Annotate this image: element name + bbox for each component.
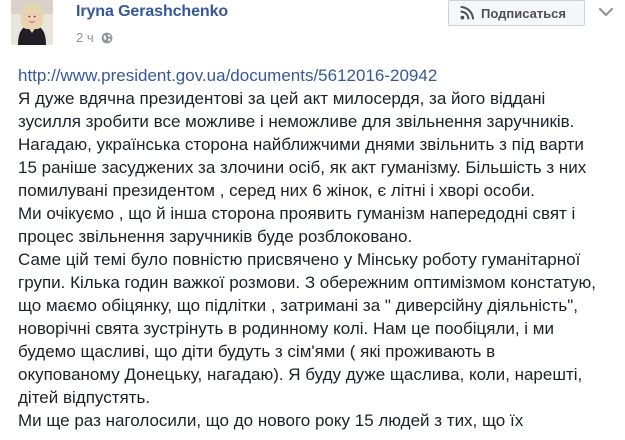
post-text-line: групи. Кілька годин важкої розмови. З об… [18,273,596,292]
post-text-line: процес звільнення заручників буде розбло… [18,227,413,246]
post-text-line: зусилля зробити все можливе і неможливе … [18,112,575,131]
post-text-line: Саме цій темі було повністю присвячено у… [18,250,581,269]
post-text: http://www.president.gov.ua/documents/56… [18,64,625,432]
post-meta: 2 ч [76,30,113,45]
author-photo [11,0,53,45]
post-timestamp[interactable]: 2 ч [76,30,94,45]
author-avatar[interactable] [11,0,53,45]
post-text-line: що маємо обіцянку, що підлітки , затрима… [18,296,578,315]
chevron-down-icon [598,7,614,17]
post-text-line: Нагадаю, українська сторона найближчими … [18,135,584,154]
post-text-line: Ми очікуємо , що й інша сторона проявить… [18,204,576,223]
post-text-line: Я дуже вдячна президентові за цей акт ми… [18,89,546,108]
post-text-line: новорічні свята зустрінуть в родинному к… [18,319,554,338]
post-options-button[interactable] [598,5,614,19]
author-name-link[interactable]: Iryna Gerashchenko [76,3,228,21]
post-link[interactable]: http://www.president.gov.ua/documents/56… [18,64,625,87]
subscribe-button[interactable]: Подписаться [448,0,585,26]
post-text-line: будемо щасливі, що діти будуть з сім'ями… [18,342,496,361]
globe-icon[interactable] [101,32,113,44]
post-text-line: 15 раніше засуджених за злочини осіб, як… [18,158,587,177]
post-text-line: дітей відпустять. [18,388,151,407]
post-text-line: окупованому Донецьку, нагадаю). Я буду д… [18,365,583,384]
post-text-line: помилувані президентом , серед них 6 жін… [18,181,536,200]
rss-icon [460,6,474,20]
post-text-line: Ми ще раз наголосили, що до нового року … [18,411,524,430]
subscribe-button-label: Подписаться [481,5,567,21]
